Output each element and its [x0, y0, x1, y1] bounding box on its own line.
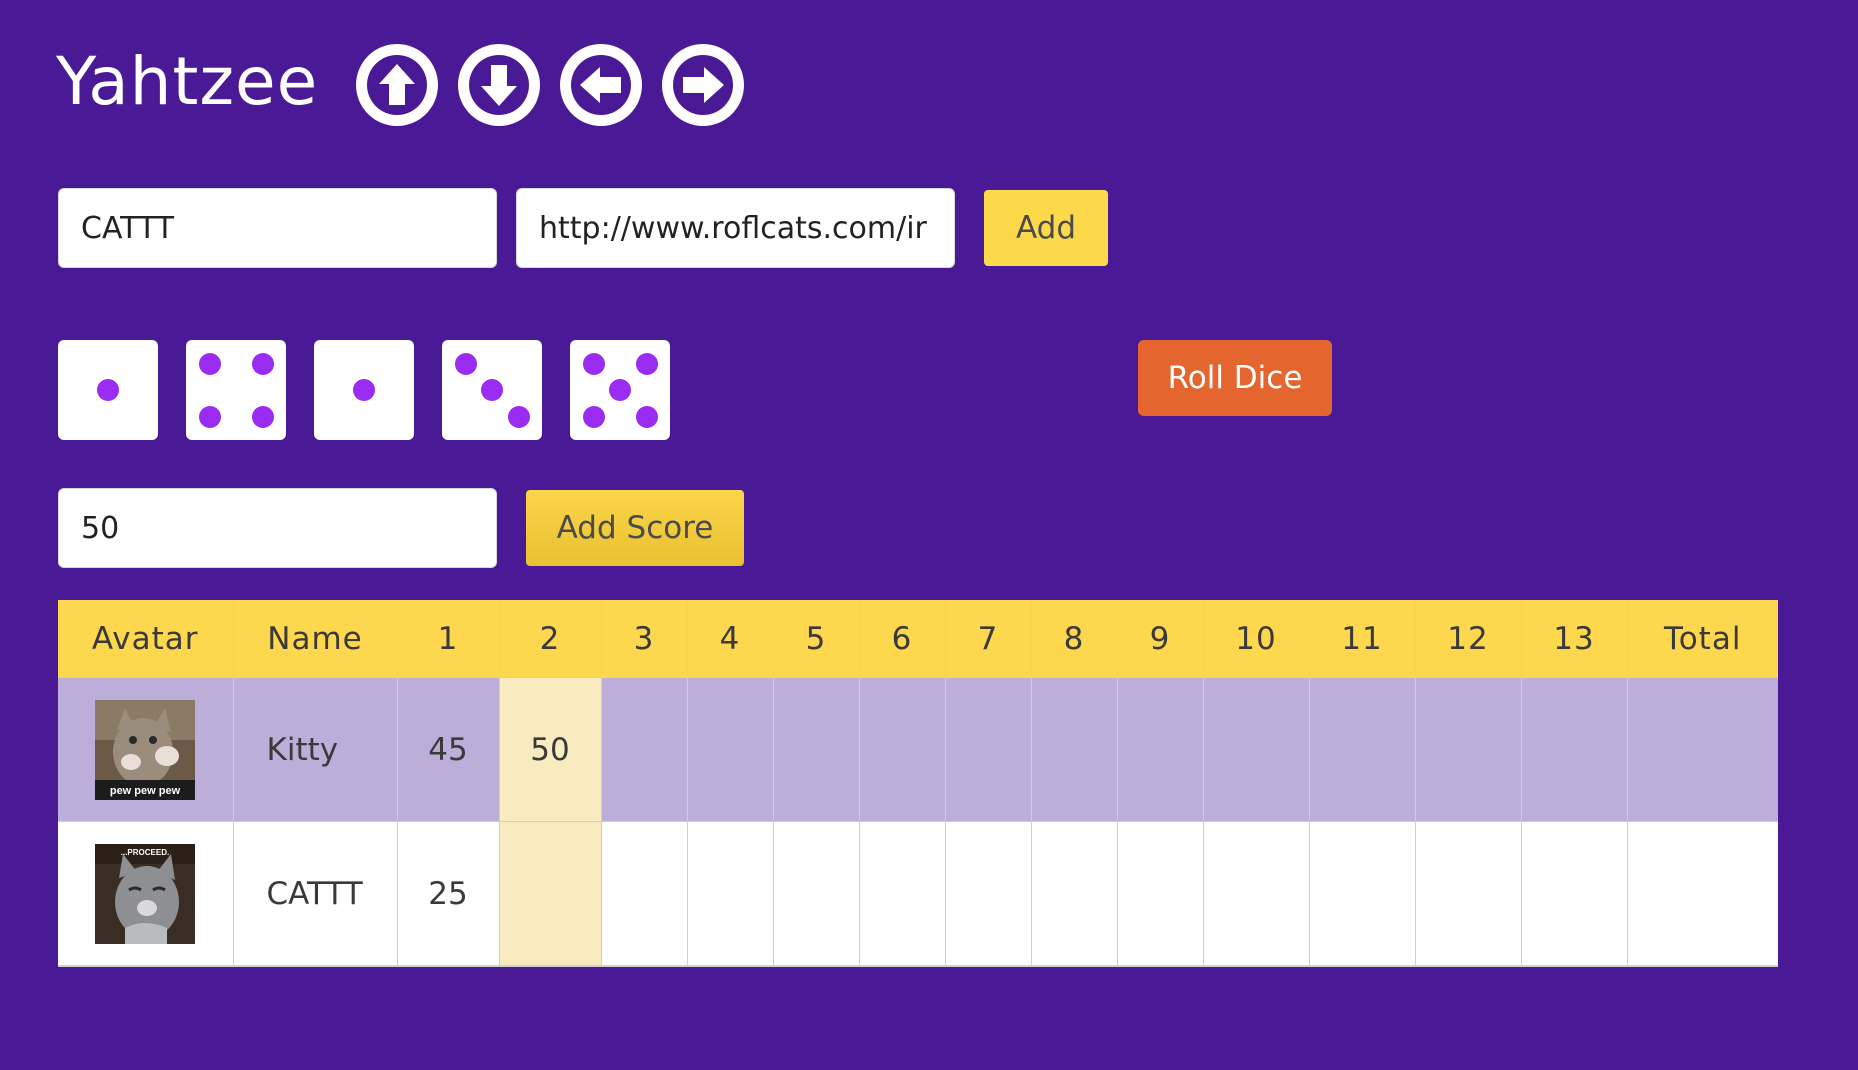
column-header[interactable]: 2 — [499, 600, 602, 678]
score-cell[interactable] — [1521, 677, 1628, 822]
add-player-button[interactable]: Add — [984, 190, 1108, 266]
column-header[interactable]: 9 — [1117, 600, 1204, 678]
die-pip — [583, 353, 605, 375]
die-5[interactable] — [570, 340, 670, 440]
column-header[interactable]: 10 — [1203, 600, 1310, 678]
table-row: pew pew pew Kitty 45 50 — [58, 677, 1778, 822]
arrow-right-icon[interactable] — [662, 44, 744, 126]
score-cell[interactable] — [1415, 677, 1522, 822]
roll-dice-button[interactable]: Roll Dice — [1138, 340, 1332, 416]
avatar-url-input[interactable] — [516, 188, 955, 268]
score-cell[interactable] — [859, 821, 946, 967]
add-score-button[interactable]: Add Score — [526, 490, 744, 566]
score-cell[interactable]: 25 — [397, 821, 500, 967]
avatar-caption: ...PROCEED. — [121, 848, 169, 857]
score-cell[interactable] — [1415, 821, 1522, 967]
avatar-caption: pew pew pew — [110, 785, 181, 797]
arrow-down-icon[interactable] — [458, 44, 540, 126]
score-cell[interactable] — [773, 821, 860, 967]
avatar-cell: ...PROCEED. — [58, 821, 234, 967]
avatar: pew pew pew — [95, 699, 196, 800]
column-header[interactable]: 13 — [1521, 600, 1628, 678]
die-2[interactable] — [186, 340, 286, 440]
column-header[interactable]: 11 — [1309, 600, 1416, 678]
column-header[interactable]: 3 — [601, 600, 688, 678]
die-4[interactable] — [442, 340, 542, 440]
die-pip — [199, 406, 221, 428]
total-cell — [1627, 821, 1778, 967]
column-header[interactable]: 8 — [1031, 600, 1118, 678]
total-cell — [1627, 677, 1778, 822]
score-cell[interactable] — [1309, 677, 1416, 822]
die-3[interactable] — [314, 340, 414, 440]
column-header: Name — [233, 600, 398, 678]
avatar-cell: pew pew pew — [58, 677, 234, 822]
column-header[interactable]: 4 — [687, 600, 774, 678]
die-pip — [481, 379, 503, 401]
die-pip — [252, 406, 274, 428]
score-cell[interactable] — [687, 677, 774, 822]
player-name-input[interactable] — [58, 188, 497, 268]
die-pip — [609, 379, 631, 401]
die-1[interactable] — [58, 340, 158, 440]
column-header[interactable]: 1 — [397, 600, 500, 678]
score-cell[interactable] — [945, 821, 1032, 967]
score-cell[interactable] — [1117, 677, 1204, 822]
column-header[interactable]: 5 — [773, 600, 860, 678]
arrow-up-icon[interactable] — [356, 44, 438, 126]
die-pip — [508, 406, 530, 428]
die-pip — [455, 353, 477, 375]
column-header: Avatar — [58, 600, 234, 678]
score-cell[interactable] — [1521, 821, 1628, 967]
die-pip — [199, 353, 221, 375]
score-cell[interactable] — [859, 677, 946, 822]
score-cell[interactable] — [499, 821, 602, 967]
score-cell[interactable] — [945, 677, 1032, 822]
score-cell[interactable] — [601, 821, 688, 967]
die-pip — [97, 379, 119, 401]
player-name-cell: Kitty — [233, 677, 398, 822]
column-header: Total — [1627, 600, 1778, 678]
column-header[interactable]: 12 — [1415, 600, 1522, 678]
score-cell[interactable]: 50 — [499, 677, 602, 822]
die-pip — [636, 353, 658, 375]
die-pip — [353, 379, 375, 401]
app-title: Yahtzee — [56, 43, 319, 120]
die-pip — [583, 406, 605, 428]
score-input[interactable] — [58, 488, 497, 568]
score-cell[interactable] — [601, 677, 688, 822]
player-name-cell: CATTT — [233, 821, 398, 967]
score-cell[interactable] — [1203, 677, 1310, 822]
score-cell[interactable]: 45 — [397, 677, 500, 822]
score-cell[interactable] — [1031, 821, 1118, 967]
score-cell[interactable] — [687, 821, 774, 967]
arrow-left-icon[interactable] — [560, 44, 642, 126]
table-row: ...PROCEED. CATTT 25 — [58, 821, 1778, 967]
score-cell[interactable] — [1117, 821, 1204, 967]
die-pip — [636, 406, 658, 428]
avatar: ...PROCEED. — [95, 843, 196, 944]
score-cell[interactable] — [1309, 821, 1416, 967]
table-header-row: Avatar Name 1 2 3 4 5 6 7 8 9 10 11 12 1… — [58, 600, 1778, 678]
column-header[interactable]: 7 — [945, 600, 1032, 678]
column-header[interactable]: 6 — [859, 600, 946, 678]
score-table: Avatar Name 1 2 3 4 5 6 7 8 9 10 11 12 1… — [58, 600, 1778, 967]
score-cell[interactable] — [773, 677, 860, 822]
score-cell[interactable] — [1031, 677, 1118, 822]
die-pip — [252, 353, 274, 375]
score-cell[interactable] — [1203, 821, 1310, 967]
